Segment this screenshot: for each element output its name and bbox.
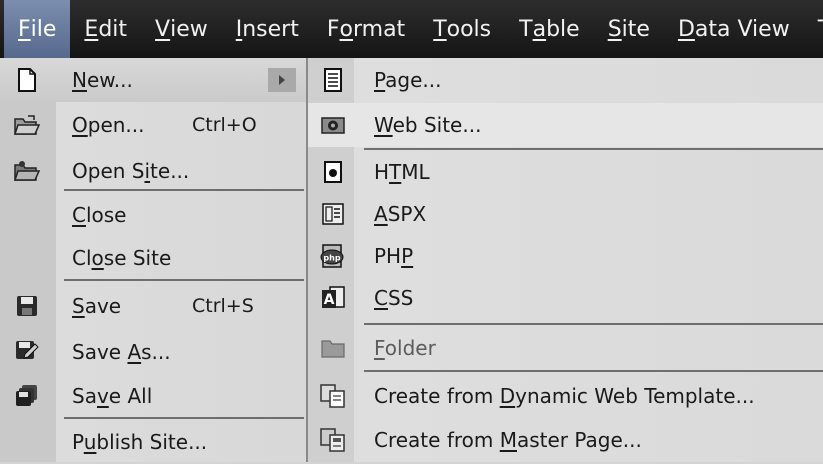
file-menu-close[interactable]: Close bbox=[0, 193, 306, 237]
master-page-icon bbox=[320, 427, 346, 453]
file-menu-close-site[interactable]: Close Site bbox=[0, 236, 306, 280]
file-menu-new[interactable]: New... bbox=[0, 58, 306, 102]
aspx-icon bbox=[320, 201, 346, 227]
menu-view[interactable]: View bbox=[141, 0, 222, 58]
open-site-icon bbox=[14, 158, 40, 184]
new-submenu-css[interactable]: A CSS bbox=[308, 276, 823, 320]
new-submenu: Page... Web Site... HTML ASPX php PHP A … bbox=[308, 58, 823, 462]
svg-text:php: php bbox=[323, 254, 340, 263]
new-submenu-folder-label: Folder bbox=[374, 336, 436, 360]
file-menu-save-all-label: Save All bbox=[72, 384, 153, 408]
menu-edit[interactable]: Edit bbox=[70, 0, 141, 58]
file-menu-save-as-label: Save As... bbox=[72, 340, 171, 364]
new-submenu-dynamic-web-template[interactable]: Create from Dynamic Web Template... bbox=[308, 374, 823, 418]
file-menu-publish-site-label: Publish Site... bbox=[72, 430, 208, 454]
web-site-icon bbox=[320, 112, 346, 138]
file-menu-save[interactable]: Save Ctrl+S bbox=[0, 284, 306, 328]
php-icon: php bbox=[320, 243, 346, 269]
new-submenu-web-site-label: Web Site... bbox=[374, 113, 482, 137]
new-submenu-aspx[interactable]: ASPX bbox=[308, 192, 823, 236]
page-icon bbox=[320, 67, 346, 93]
file-menu-save-all[interactable]: Save All bbox=[0, 374, 306, 418]
folder-icon bbox=[320, 335, 346, 361]
new-submenu-web-site[interactable]: Web Site... bbox=[308, 103, 823, 147]
menu-site[interactable]: Site bbox=[594, 0, 664, 58]
new-submenu-aspx-label: ASPX bbox=[374, 202, 427, 226]
file-menu-save-as[interactable]: Save As... bbox=[0, 330, 306, 374]
dynamic-template-icon bbox=[320, 383, 346, 409]
new-submenu-page[interactable]: Page... bbox=[308, 58, 823, 102]
file-menu-dropdown: New... Open... Ctrl+O Open Site... Close… bbox=[0, 58, 308, 462]
save-all-icon bbox=[14, 383, 40, 409]
file-menu-publish-site[interactable]: Publish Site... bbox=[0, 420, 306, 464]
new-submenu-master-page-label: Create from Master Page... bbox=[374, 428, 642, 452]
menu-tools[interactable]: Tools bbox=[419, 0, 505, 58]
menu-separator bbox=[364, 370, 823, 372]
new-submenu-html[interactable]: HTML bbox=[308, 150, 823, 194]
menu-format[interactable]: Fo rmat bbox=[313, 0, 419, 58]
menu-task-panes-truncated[interactable]: Ta bbox=[804, 0, 823, 58]
css-icon: A bbox=[320, 285, 346, 311]
open-shortcut: Ctrl+O bbox=[192, 114, 257, 136]
new-submenu-php[interactable]: php PHP bbox=[308, 234, 823, 278]
new-document-icon bbox=[14, 67, 40, 93]
menu-bar: File Edit View Insert Fo rmat Tools Ta ble… bbox=[0, 0, 823, 58]
file-menu-save-label: Save bbox=[72, 294, 122, 318]
file-menu-close-label: Close bbox=[72, 203, 127, 227]
open-folder-icon bbox=[14, 112, 40, 138]
menu-separator bbox=[64, 279, 304, 281]
menu-separator bbox=[64, 189, 304, 191]
file-menu-open-site-label: Open Site... bbox=[72, 159, 190, 183]
menu-table[interactable]: Ta ble bbox=[505, 0, 594, 58]
menu-insert[interactable]: Insert bbox=[222, 0, 313, 58]
new-submenu-page-label: Page... bbox=[374, 68, 442, 92]
save-icon bbox=[14, 293, 40, 319]
new-submenu-html-label: HTML bbox=[374, 160, 430, 184]
menu-separator bbox=[364, 323, 823, 325]
file-menu-close-site-label: Close Site bbox=[72, 246, 172, 270]
save-shortcut: Ctrl+S bbox=[192, 295, 254, 317]
html-icon bbox=[320, 159, 346, 185]
svg-text:A: A bbox=[324, 292, 335, 308]
save-as-icon bbox=[14, 339, 40, 365]
file-menu-open[interactable]: Open... Ctrl+O bbox=[0, 103, 306, 147]
menu-file[interactable]: File bbox=[4, 0, 71, 58]
menu-separator bbox=[64, 417, 304, 419]
new-submenu-php-label: PHP bbox=[374, 244, 414, 268]
menu-data-view[interactable]: Data View bbox=[664, 0, 804, 58]
new-submenu-folder[interactable]: Folder bbox=[308, 326, 823, 370]
new-submenu-dynamic-web-template-label: Create from Dynamic Web Template... bbox=[374, 384, 755, 408]
file-menu-open-label: Open... bbox=[72, 113, 145, 137]
file-menu-open-site[interactable]: Open Site... bbox=[0, 149, 306, 193]
new-submenu-master-page[interactable]: Create from Master Page... bbox=[308, 418, 823, 462]
new-submenu-css-label: CSS bbox=[374, 286, 414, 310]
submenu-arrow-icon bbox=[268, 68, 296, 92]
file-menu-new-label: New... bbox=[72, 68, 133, 92]
